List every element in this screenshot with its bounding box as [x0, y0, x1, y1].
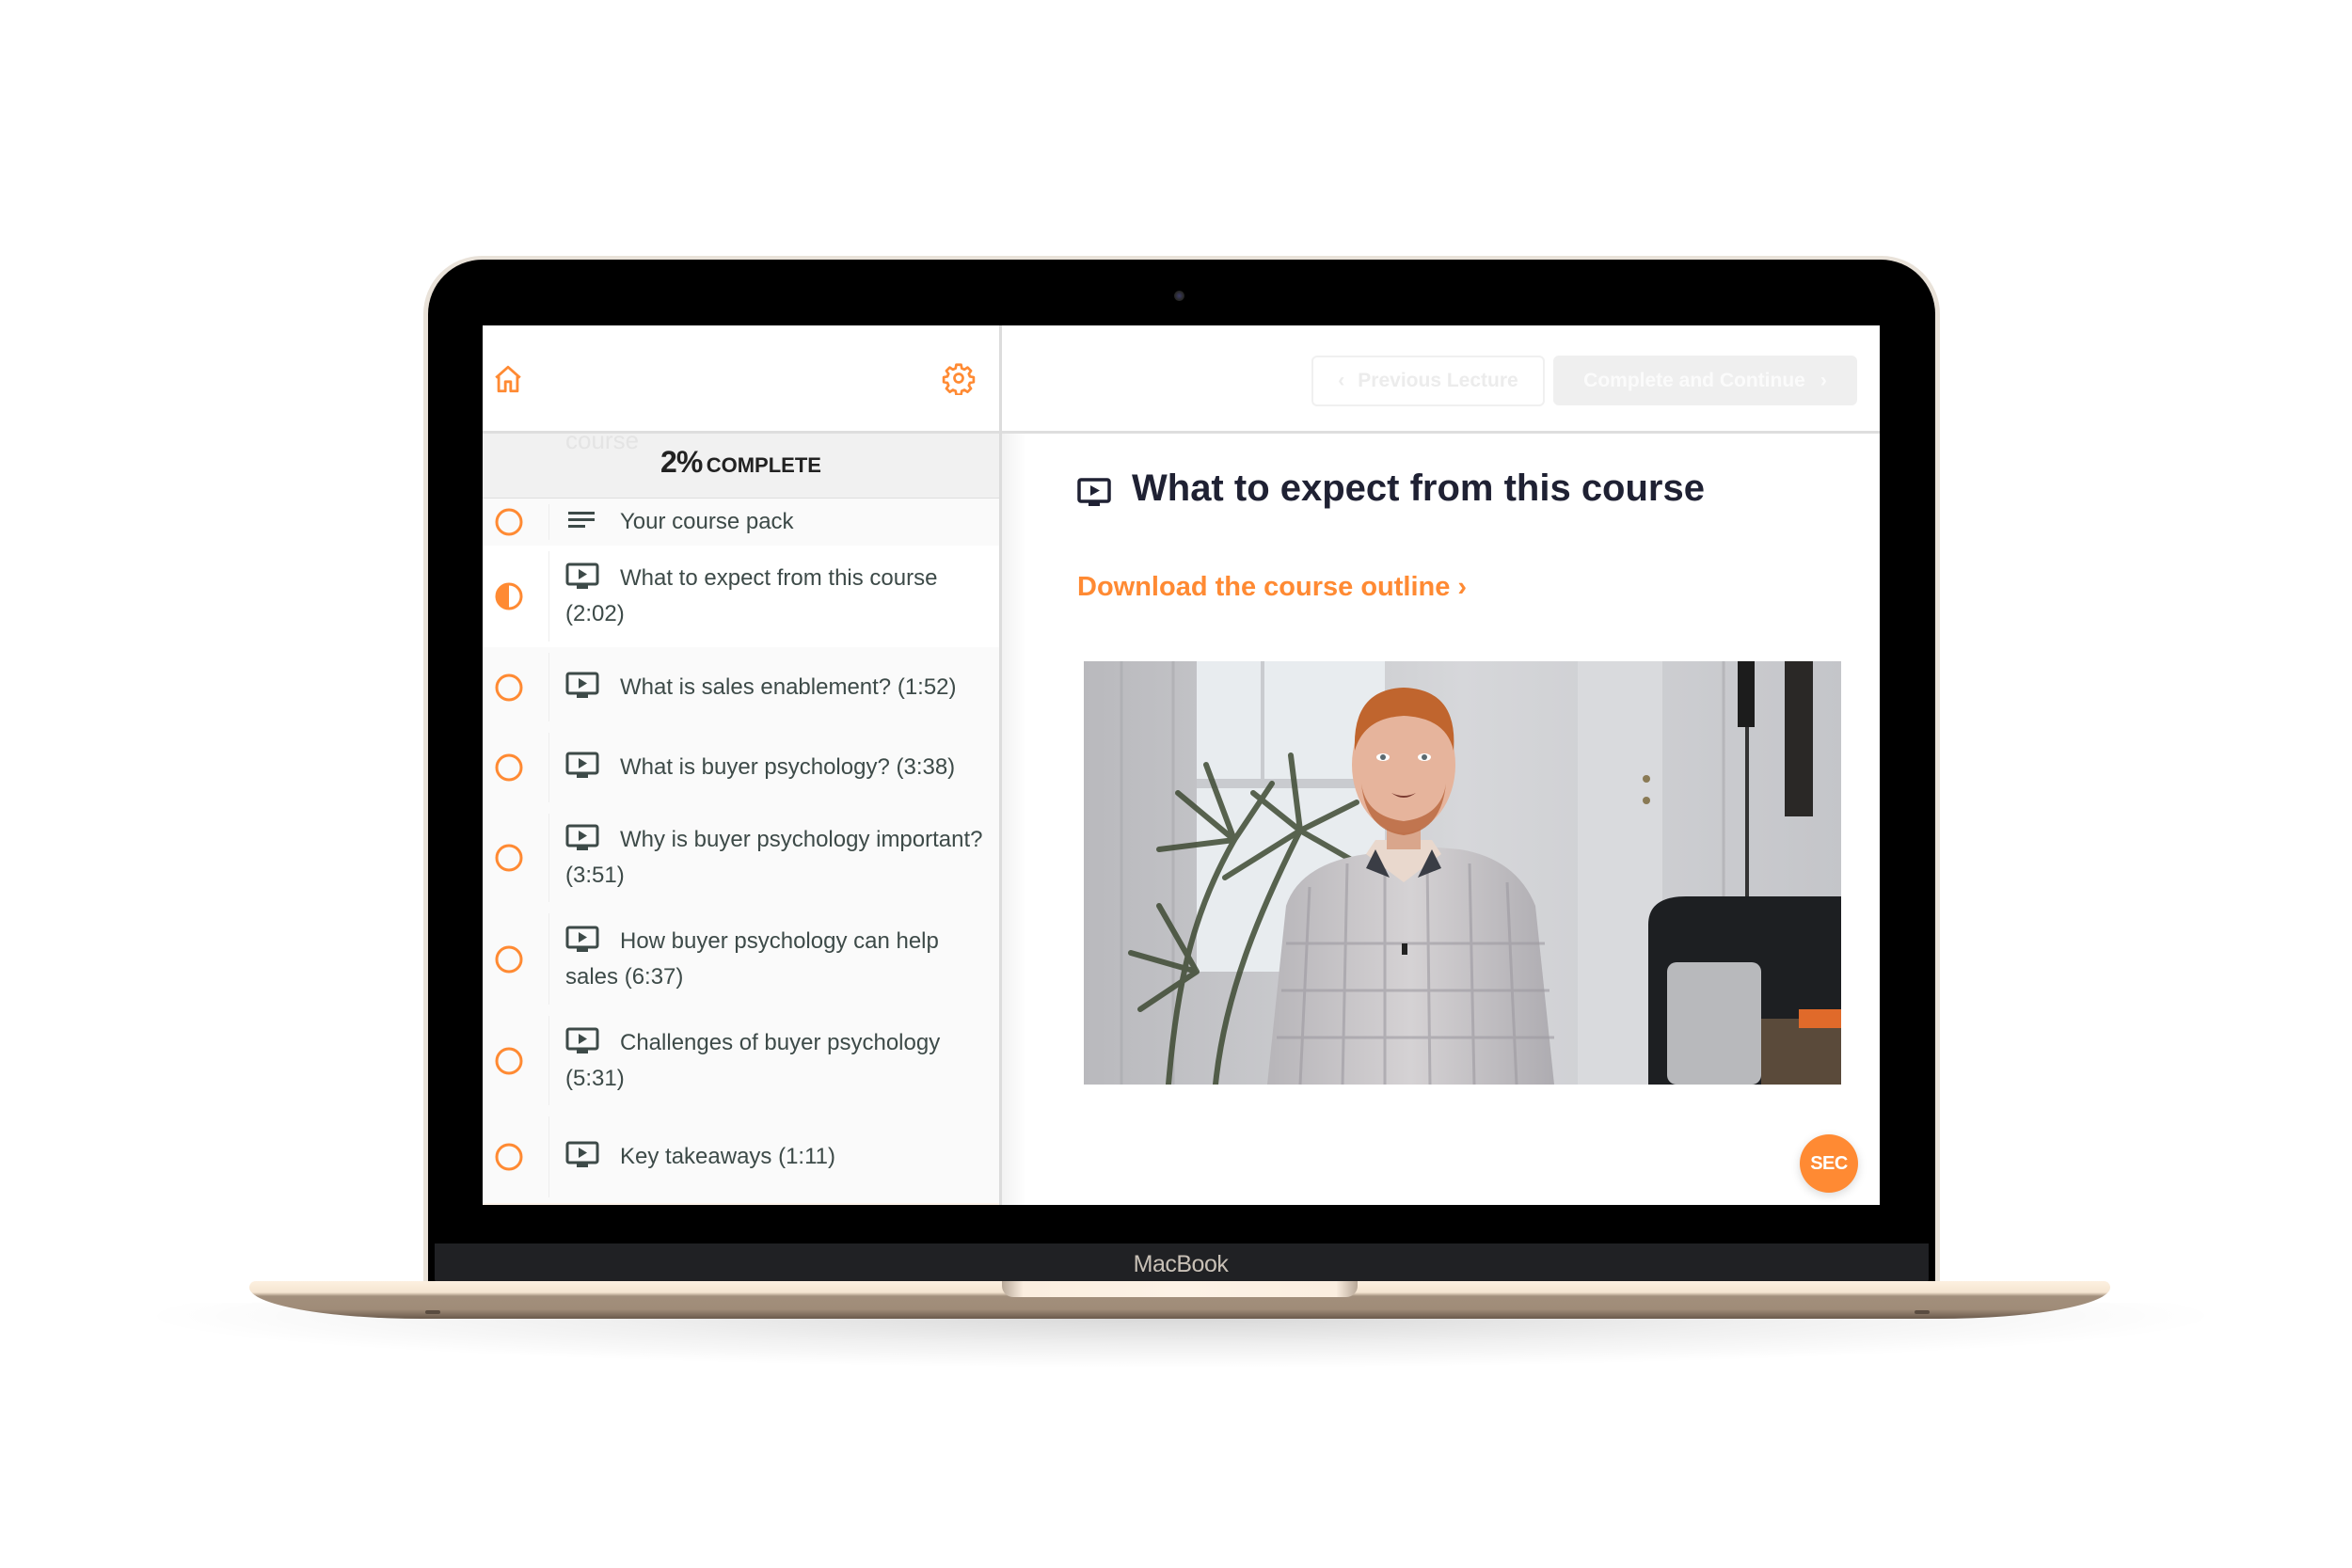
progress-summary: 2% COMPLETE [483, 445, 999, 480]
row-divider [548, 653, 549, 721]
lecture-item[interactable]: What is buyer psychology? (3:38) [483, 727, 999, 810]
video-icon [565, 1027, 599, 1055]
laptop-hinge-notch [1002, 1281, 1358, 1297]
text-lines-icon [565, 506, 599, 534]
progress-label: COMPLETE [706, 453, 821, 477]
complete-and-continue-label: Complete and Continue [1583, 370, 1805, 391]
lecture-item[interactable]: Your course pack [483, 499, 999, 547]
previous-lecture-button[interactable]: ‹ Previous Lecture [1311, 356, 1545, 406]
complete-and-continue-button[interactable]: Complete and Continue › [1553, 356, 1857, 405]
lecture-item-content: What is sales enablement? (1:52) [565, 670, 984, 705]
lecture-title: How buyer psychology can help sales (6:3… [565, 927, 939, 990]
laptop-foot [1915, 1310, 1930, 1314]
row-divider [548, 913, 549, 1005]
incomplete-status-icon[interactable] [495, 945, 523, 974]
chevron-right-icon: › [1820, 370, 1827, 391]
lecture-title: Key takeaways (1:11) [620, 1144, 835, 1169]
laptop-foot [425, 1310, 440, 1314]
video-icon [565, 824, 599, 852]
lecture-topbar: ‹ Previous Lecture Complete and Continue › [1002, 325, 1880, 434]
lecture-title: Challenges of buyer psychology (5:31) [565, 1029, 941, 1091]
incomplete-status-icon[interactable] [495, 1047, 523, 1075]
lecture-title: What is buyer psychology? (3:38) [620, 754, 956, 780]
lecture-video-player[interactable] [1084, 661, 1841, 1085]
video-icon [565, 672, 599, 700]
lecture-title: Why is buyer psychology important? (3:51… [565, 827, 983, 888]
device-label: MacBook [1133, 1251, 1229, 1277]
lecture-item[interactable]: Why is buyer psychology important? (3:51… [483, 808, 999, 910]
lecture-item[interactable]: What is sales enablement? (1:52) [483, 647, 999, 729]
lecture-title: What to expect from this course [1132, 467, 1705, 509]
lecture-title: What is sales enablement? (1:52) [620, 673, 957, 700]
lecture-item[interactable]: What to expect from this course (2:02) [483, 546, 999, 649]
row-divider [548, 551, 549, 641]
download-course-outline-link[interactable]: Download the course outline › [1077, 572, 1467, 603]
camera-icon [1174, 291, 1184, 301]
incomplete-status-icon[interactable] [495, 844, 523, 872]
sidebar-shadow [1002, 434, 1026, 1205]
row-divider [548, 504, 549, 540]
video-icon [565, 562, 599, 591]
lecture-item-content: What is buyer psychology? (3:38) [565, 750, 984, 785]
chevron-left-icon: ‹ [1338, 370, 1345, 391]
lecture-item-content: Why is buyer psychology important? (3:51… [565, 822, 984, 894]
sidebar-header [483, 325, 999, 434]
half-complete-status-icon[interactable] [495, 582, 523, 610]
video-icon [565, 752, 599, 780]
lecture-item-content: Your course pack [565, 504, 984, 540]
row-divider [548, 814, 549, 902]
progress-percent: 2% [660, 445, 703, 479]
lecture-title: Your course pack [620, 509, 794, 534]
gear-icon[interactable] [942, 361, 976, 396]
lecture-item-content: What to expect from this course (2:02) [565, 561, 984, 632]
video-icon [565, 1141, 599, 1169]
incomplete-status-icon[interactable] [495, 753, 523, 782]
lecture-item-content: Key takeaways (1:11) [565, 1139, 984, 1175]
video-icon [1077, 478, 1111, 508]
lecture-item-content: Challenges of buyer psychology (5:31) [565, 1025, 984, 1097]
lecture-item[interactable]: Challenges of buyer psychology (5:31) [483, 1010, 999, 1113]
lecture-item[interactable]: How buyer psychology can help sales (6:3… [483, 908, 999, 1012]
lecture-title: What to expect from this course (2:02) [565, 565, 938, 626]
lecture-item[interactable]: Key takeaways (1:11) [483, 1111, 999, 1205]
home-icon[interactable] [492, 363, 524, 395]
video-frame [1084, 661, 1841, 1085]
row-divider [548, 733, 549, 802]
progress-band: course 2% COMPLETE [483, 426, 999, 499]
incomplete-status-icon[interactable] [495, 1143, 523, 1171]
row-divider [548, 1016, 549, 1105]
course-sidebar: course 2% COMPLETE Your course pack What … [483, 325, 1002, 1205]
lecture-item-content: How buyer psychology can help sales (6:3… [565, 924, 984, 995]
previous-lecture-label: Previous Lecture [1358, 370, 1518, 391]
incomplete-status-icon[interactable] [495, 508, 523, 536]
row-divider [548, 1117, 549, 1197]
sec-chat-badge-button[interactable]: SEC [1800, 1134, 1858, 1193]
app-screen: course 2% COMPLETE Your course pack What … [483, 325, 1880, 1205]
incomplete-status-icon[interactable] [495, 673, 523, 702]
video-icon [565, 926, 599, 954]
